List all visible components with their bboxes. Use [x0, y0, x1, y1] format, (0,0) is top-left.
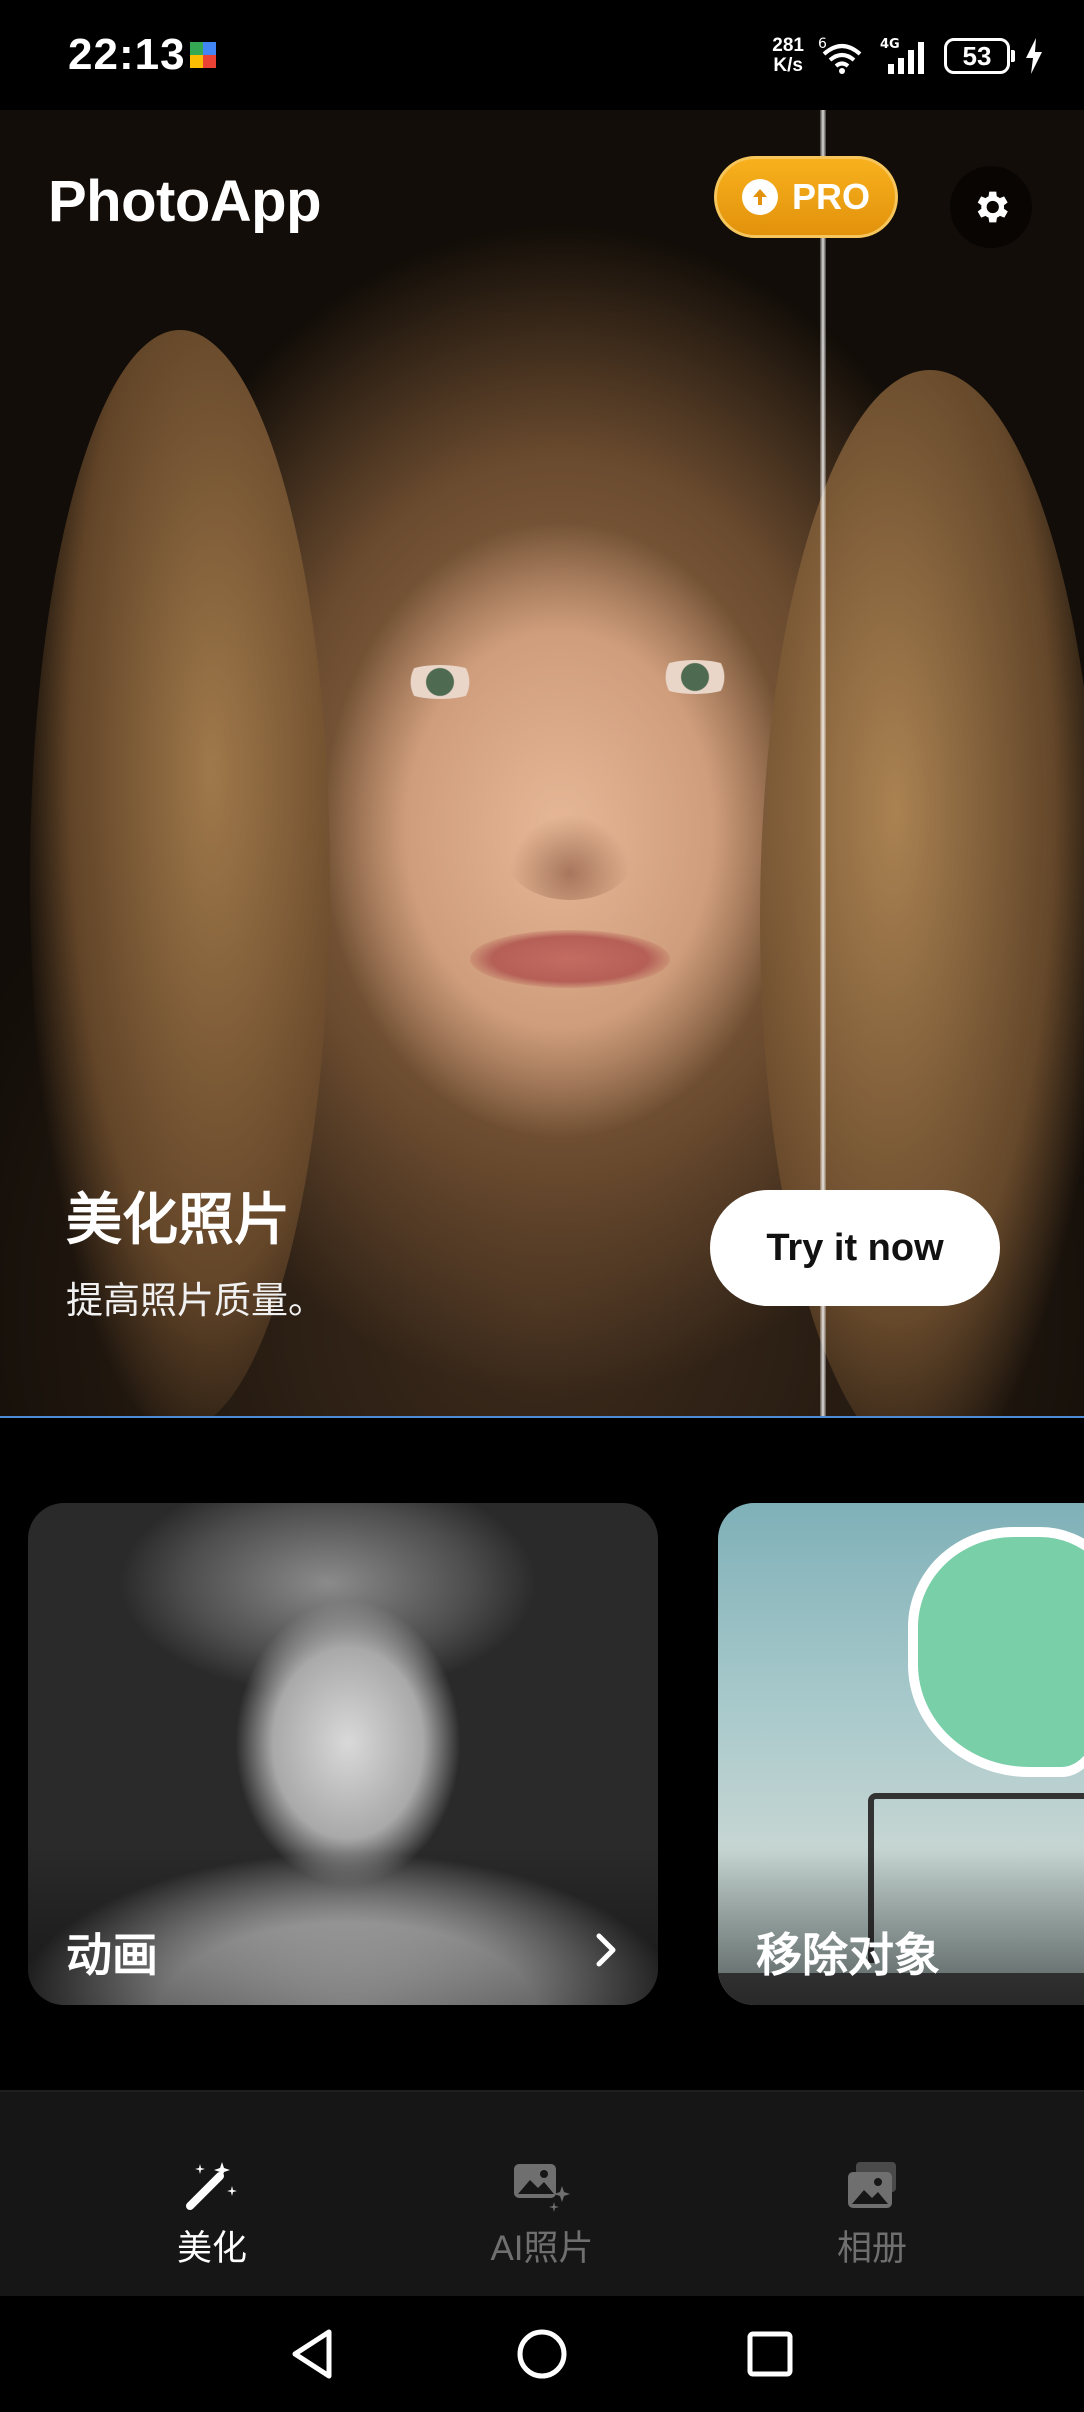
- hero-accent-line: [0, 1416, 1084, 1418]
- selected-object-outline: [908, 1527, 1084, 1777]
- magic-wand-icon: [186, 2162, 237, 2210]
- wifi-icon: 6: [818, 36, 862, 74]
- system-navigation-bar: [0, 2296, 1084, 2412]
- card-label-remove-object: 移除对象: [756, 1929, 940, 1981]
- hero-image-lips: [470, 930, 670, 988]
- gallery-icon: [848, 2162, 896, 2208]
- home-circle-icon: [517, 2329, 567, 2379]
- hero-heading: 美化照片: [66, 1188, 290, 1251]
- hero-subtitle: 提高照片质量。: [66, 1280, 325, 1321]
- system-recents-button[interactable]: [730, 2316, 810, 2392]
- hero-image-eye-left: [395, 665, 485, 699]
- play-store-notification-icon: [190, 42, 216, 68]
- feature-card-animate[interactable]: 动画: [28, 1503, 658, 2005]
- svg-text:6: 6: [818, 36, 827, 52]
- cellular-signal-icon: 4G: [880, 37, 924, 74]
- nav-label-ai-photo: AI照片: [490, 2229, 594, 2268]
- ai-photo-icon: [514, 2164, 570, 2212]
- nav-item-beautify[interactable]: 美化: [112, 2092, 312, 2298]
- network-speed: 281 K/s: [772, 35, 804, 76]
- nav-item-ai-photo[interactable]: AI照片: [442, 2092, 642, 2298]
- hero-image-eye-right: [650, 660, 740, 694]
- charging-bolt-icon: [1026, 38, 1042, 74]
- arrow-up-icon: [741, 179, 778, 215]
- feature-card-remove-object[interactable]: 移除对象: [718, 1503, 1084, 2005]
- status-right-group: 281 K/s 6 4G 53: [772, 28, 1044, 84]
- gear-icon: [977, 191, 1008, 223]
- settings-button[interactable]: [950, 166, 1032, 248]
- card-label-animate: 动画: [66, 1929, 158, 1981]
- pro-label: PRO: [791, 176, 870, 217]
- system-home-button[interactable]: [502, 2316, 582, 2392]
- app-title: PhotoApp: [48, 169, 322, 234]
- svg-text:4G: 4G: [880, 37, 900, 52]
- nav-label-gallery: 相册: [836, 2229, 907, 2268]
- nav-item-gallery[interactable]: 相册: [772, 2092, 972, 2298]
- hero-image-nose: [505, 810, 635, 900]
- status-time: 22:13: [68, 30, 186, 79]
- try-it-now-button[interactable]: Try it now: [710, 1190, 1000, 1306]
- hero-banner[interactable]: PhotoApp PRO 美化照片 提高照片质量。 Try it now: [0, 110, 1084, 1418]
- battery-indicator: 53: [944, 38, 1015, 74]
- pro-upgrade-button[interactable]: PRO: [714, 156, 898, 238]
- chevron-right-icon[interactable]: [586, 1930, 626, 1970]
- status-bar: 22:13 281 K/s 6 4G 53: [0, 0, 1084, 110]
- back-triangle-icon: [292, 2329, 332, 2379]
- nav-label-beautify: 美化: [176, 2229, 247, 2268]
- bottom-navigation: 美化 AI照片 相册: [0, 2090, 1084, 2296]
- recents-square-icon: [747, 2331, 793, 2377]
- system-back-button[interactable]: [272, 2316, 352, 2392]
